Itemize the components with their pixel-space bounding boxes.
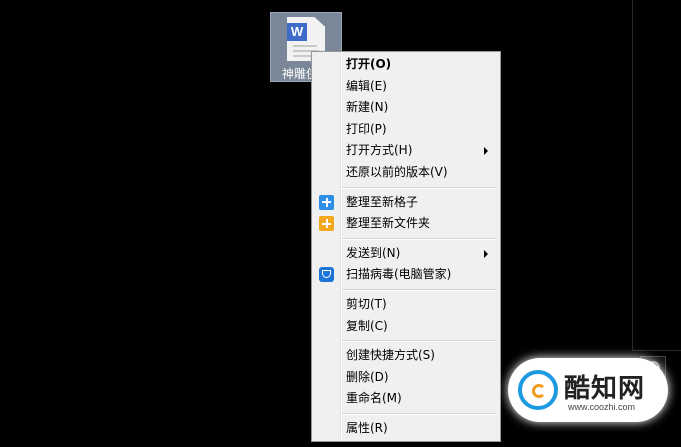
coozhi-logo-icon — [518, 370, 558, 410]
menu-item[interactable]: 打印(P) — [314, 119, 498, 140]
menu-item-label: 打印(P) — [346, 121, 387, 136]
menu-item[interactable]: 打开方式(H) — [314, 140, 498, 161]
menu-item-label: 整理至新格子 — [346, 194, 419, 209]
watermark-title: 酷知网 — [564, 374, 646, 404]
menu-item-label: 删除(D) — [346, 369, 389, 384]
watermark-url: www.coozhi.com — [568, 402, 636, 412]
menu-item-label: 重命名(M) — [346, 391, 402, 406]
menu-separator — [342, 340, 496, 343]
submenu-arrow-icon — [484, 147, 488, 156]
menu-item[interactable]: 扫描病毒(电脑管家) — [314, 264, 498, 285]
menu-item[interactable]: 整理至新格子 — [314, 192, 498, 213]
menu-item-label: 新建(N) — [346, 100, 389, 115]
submenu-arrow-icon — [484, 249, 488, 258]
menu-item[interactable]: 创建快捷方式(S) — [314, 345, 498, 366]
menu-item[interactable]: 编辑(E) — [314, 76, 498, 97]
menu-item[interactable]: 删除(D) — [314, 367, 498, 388]
menu-item-label: 剪切(T) — [346, 297, 387, 311]
menu-item-label: 属性(R) — [346, 421, 388, 435]
menu-item[interactable]: 还原以前的版本(V) — [314, 162, 498, 183]
menu-item-label: 打开(O) — [346, 57, 392, 71]
blue-plus-icon — [319, 194, 334, 210]
menu-item-label: 还原以前的版本(V) — [346, 165, 448, 179]
menu-separator — [342, 289, 496, 291]
word-badge: W — [287, 23, 307, 41]
menu-item-label: 打开方式(H) — [346, 143, 413, 158]
menu-item[interactable]: 新建(N) — [314, 97, 498, 118]
shield-icon — [319, 267, 334, 283]
desktop-divider — [632, 0, 633, 350]
menu-item[interactable]: 发送到(N) — [314, 243, 498, 264]
menu-item-label: 创建快捷方式(S) — [346, 348, 435, 363]
context-menu: 打开(O) 编辑(E) 新建(N) 打印(P) 打开方式(H) 还原以前的版本(V) 整理至… — [311, 51, 501, 442]
menu-item[interactable]: 整理至新文件夹 — [314, 213, 498, 234]
menu-item[interactable]: 打开(O) — [314, 54, 498, 75]
menu-separator — [342, 237, 496, 240]
menu-item-label: 整理至新文件夹 — [346, 216, 431, 231]
orange-plus-icon — [319, 216, 334, 232]
menu-item-label: 编辑(E) — [346, 78, 387, 93]
menu-item-label: 发送到(N) — [346, 245, 401, 260]
menu-separator — [342, 413, 496, 415]
menu-item-label: 复制(C) — [346, 318, 388, 333]
watermark: 酷知网 www.coozhi.com — [508, 350, 668, 430]
menu-item[interactable]: 属性(R) — [314, 418, 498, 439]
menu-item[interactable]: 复制(C) — [314, 316, 498, 337]
menu-item[interactable]: 重命名(M) — [314, 388, 498, 409]
menu-item[interactable]: 剪切(T) — [314, 294, 498, 315]
menu-item-label: 扫描病毒(电脑管家) — [346, 267, 452, 282]
menu-separator — [342, 186, 496, 189]
